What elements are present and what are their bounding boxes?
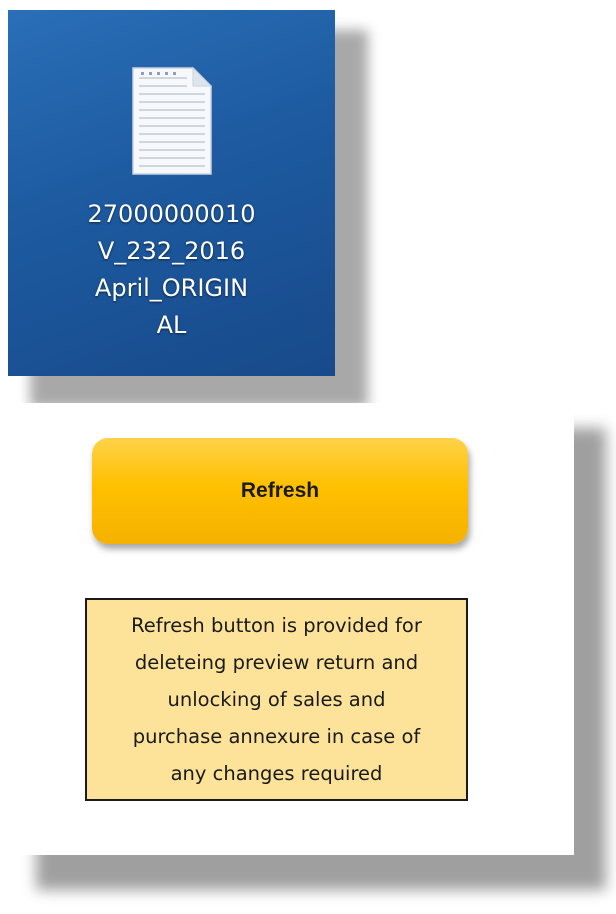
screenshot-canvas: 27000000010 V_232_2016 April_ORIGIN AL R… [0,0,616,914]
refresh-note-box: Refresh button is provided for deleteing… [85,598,468,801]
file-name-line: V_232_2016 [97,237,246,265]
refresh-note-text: Refresh button is provided for deleteing… [131,607,422,792]
desktop-file-icon[interactable]: 27000000010 V_232_2016 April_ORIGIN AL [48,66,295,344]
note-line: any changes required [170,762,383,785]
document-file-icon [131,66,212,175]
note-line: purchase annexure in case of [132,725,421,748]
file-name-label: 27000000010 V_232_2016 April_ORIGIN AL [48,196,295,344]
refresh-button-label: Refresh [240,479,320,502]
file-name-line: 27000000010 [87,200,256,228]
file-name-line: AL [156,311,187,339]
refresh-button[interactable]: Refresh [92,438,468,544]
file-name-line: April_ORIGIN [94,274,249,302]
note-line: unlocking of sales and [167,688,386,711]
note-line: deleteing preview return and [134,651,419,674]
note-line: Refresh button is provided for [131,614,422,637]
refresh-panel: Refresh Refresh button is provided for d… [12,403,574,855]
desktop-background: 27000000010 V_232_2016 April_ORIGIN AL [8,10,335,376]
